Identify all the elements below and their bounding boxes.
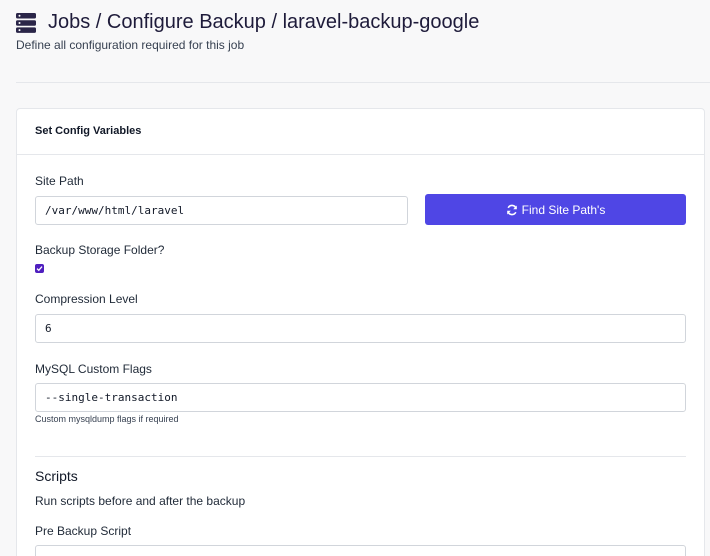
mysql-flags-input[interactable]: --single-transaction	[35, 383, 686, 412]
page: Jobs / Configure Backup / laravel-backup…	[0, 0, 710, 556]
mysql-flags-label: MySQL Custom Flags	[35, 362, 152, 376]
mysql-flags-help: Custom mysqldump flags if required	[35, 414, 179, 424]
scripts-title: Scripts	[35, 468, 78, 484]
pre-backup-script-input[interactable]	[35, 545, 686, 556]
section-divider	[35, 456, 686, 457]
check-icon	[36, 266, 43, 272]
page-title: Jobs / Configure Backup / laravel-backup…	[48, 11, 480, 33]
find-site-path-button[interactable]: Find Site Path's	[425, 194, 686, 225]
compression-level-input[interactable]: 6	[35, 314, 686, 343]
find-site-path-label: Find Site Path's	[521, 202, 606, 217]
backup-storage-label: Backup Storage Folder?	[35, 243, 165, 257]
compression-level-label: Compression Level	[35, 292, 138, 306]
refresh-icon	[506, 204, 517, 215]
scripts-description: Run scripts before and after the backup	[35, 494, 246, 508]
config-card: Set Config Variables Site Path /var/www/…	[16, 108, 705, 556]
page-header: Jobs / Configure Backup / laravel-backup…	[0, 0, 710, 84]
pre-backup-script-label: Pre Backup Script	[35, 524, 132, 538]
site-path-input[interactable]: /var/www/html/laravel	[35, 196, 408, 225]
header-divider	[16, 82, 710, 83]
server-icon	[16, 13, 36, 33]
page-subtitle: Define all configuration required for th…	[16, 38, 245, 52]
site-path-label: Site Path	[35, 174, 84, 188]
backup-storage-checkbox[interactable]	[35, 264, 44, 273]
card-title: Set Config Variables	[35, 125, 142, 137]
card-header: Set Config Variables	[17, 109, 704, 155]
